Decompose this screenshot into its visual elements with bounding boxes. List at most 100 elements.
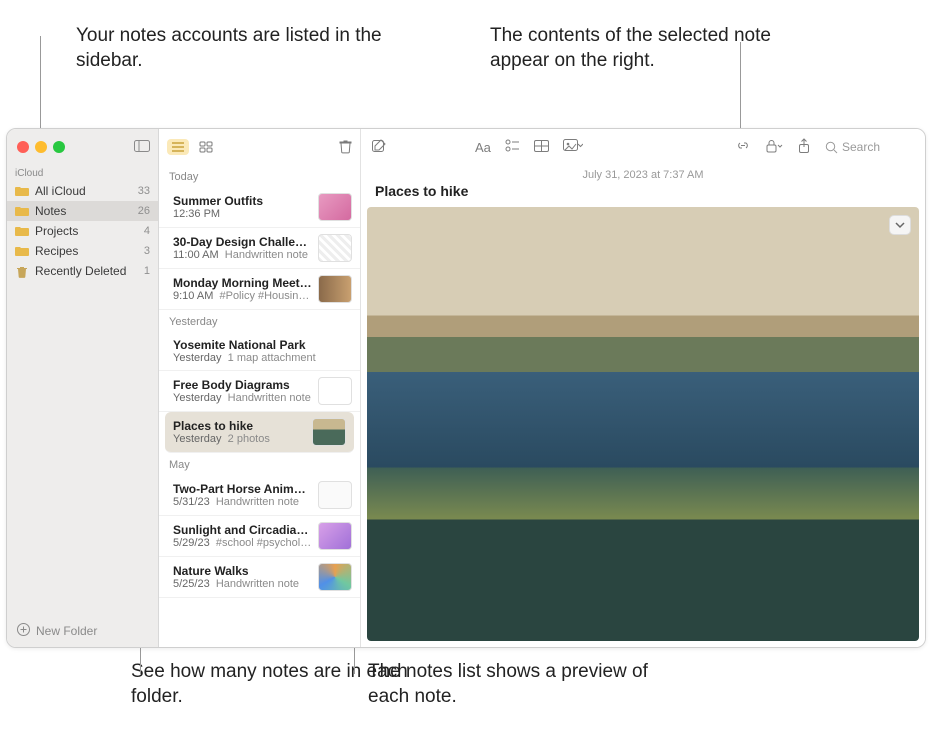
note-item[interactable]: Sunlight and Circadian… 5/29/23 #school …: [159, 516, 360, 557]
sidebar-item-label: Recipes: [35, 244, 78, 258]
note-time: 12:36 PM: [173, 208, 220, 220]
callout-content: The contents of the selected note appear…: [490, 24, 810, 73]
note-time: 5/25/23: [173, 578, 210, 590]
note-title: Sunlight and Circadian…: [173, 523, 312, 537]
search-placeholder: Search: [842, 140, 880, 154]
list-group-header: Yesterday: [159, 310, 360, 332]
sidebar-item-count: 3: [144, 245, 150, 257]
delete-note-button[interactable]: [339, 140, 352, 154]
note-title: Yosemite National Park: [173, 338, 352, 352]
note-item[interactable]: Nature Walks 5/25/23 Handwritten note: [159, 557, 360, 598]
sidebar-item-recipes[interactable]: Recipes 3: [7, 241, 158, 261]
callout-sidebar: Your notes accounts are listed in the si…: [76, 24, 396, 73]
notes-list: Today Summer Outfits 12:36 PM 30-Day Des…: [159, 129, 361, 647]
note-thumbnail: [318, 522, 352, 550]
note-time: 9:10 AM: [173, 290, 213, 302]
note-detail: Handwritten note: [216, 578, 299, 590]
note-title: Nature Walks: [173, 564, 312, 578]
search-icon: [825, 141, 838, 154]
note-item[interactable]: Two-Part Horse Anima… 5/31/23 Handwritte…: [159, 475, 360, 516]
note-thumbnail: [318, 377, 352, 405]
note-thumbnail: [318, 193, 352, 221]
note-title: Places to hike: [173, 419, 306, 433]
sidebar-item-label: Notes: [35, 204, 66, 218]
note-time: Yesterday: [173, 433, 222, 445]
note-time: Yesterday: [173, 352, 222, 364]
note-item-selected[interactable]: Places to hike Yesterday 2 photos: [165, 412, 354, 453]
checklist-button[interactable]: [505, 139, 520, 155]
plus-circle-icon: [17, 623, 30, 639]
sidebar-toggle-icon[interactable]: [134, 140, 150, 155]
folder-icon: [15, 246, 29, 257]
note-detail: 1 map attachment: [228, 352, 316, 364]
link-button[interactable]: [735, 139, 751, 155]
sidebar-item-projects[interactable]: Projects 4: [7, 221, 158, 241]
folder-icon: [15, 186, 29, 197]
note-detail: Handwritten note: [228, 392, 311, 404]
note-editor-title[interactable]: Places to hike: [361, 181, 925, 207]
callout-preview: The notes list shows a preview of each n…: [368, 660, 688, 709]
sidebar-item-count: 26: [138, 205, 150, 217]
window-minimize-button[interactable]: [35, 141, 47, 153]
sidebar: iCloud All iCloud 33 Notes 26 Projects 4…: [7, 129, 159, 647]
compose-button[interactable]: [371, 138, 387, 157]
note-item[interactable]: Yosemite National Park Yesterday 1 map a…: [159, 332, 360, 371]
note-date: July 31, 2023 at 7:37 AM: [361, 165, 925, 181]
note-item[interactable]: Free Body Diagrams Yesterday Handwritten…: [159, 371, 360, 412]
sidebar-item-label: Projects: [35, 224, 78, 238]
sidebar-section-label: iCloud: [7, 165, 158, 181]
note-thumbnail: [318, 481, 352, 509]
sidebar-item-count: 1: [144, 265, 150, 277]
sidebar-item-recently-deleted[interactable]: Recently Deleted 1: [7, 261, 158, 281]
note-thumbnail: [318, 563, 352, 591]
sidebar-item-all-icloud[interactable]: All iCloud 33: [7, 181, 158, 201]
new-folder-button[interactable]: New Folder: [7, 615, 158, 647]
note-thumbnail: [318, 275, 352, 303]
note-item[interactable]: 30-Day Design Challen… 11:00 AM Handwrit…: [159, 228, 360, 269]
share-button[interactable]: [797, 138, 811, 157]
sidebar-item-label: Recently Deleted: [35, 264, 126, 278]
window-zoom-button[interactable]: [53, 141, 65, 153]
note-thumbnail: [318, 234, 352, 262]
notes-app-window: iCloud All iCloud 33 Notes 26 Projects 4…: [6, 128, 926, 648]
note-title: Monday Morning Meeting: [173, 276, 312, 290]
folder-icon: [15, 206, 29, 217]
sidebar-item-notes[interactable]: Notes 26: [7, 201, 158, 221]
gallery-view-button[interactable]: [199, 141, 213, 153]
note-time: Yesterday: [173, 392, 222, 404]
note-time: 11:00 AM: [173, 249, 219, 261]
editor: Aa Search July 31, 2023 at 7:37 AM Place…: [361, 129, 925, 647]
note-title: Two-Part Horse Anima…: [173, 482, 312, 496]
note-detail: Handwritten note: [225, 249, 308, 261]
sidebar-item-count: 33: [138, 185, 150, 197]
list-view-button[interactable]: [167, 139, 189, 155]
list-toolbar: [159, 129, 360, 165]
note-detail: Handwritten note: [216, 496, 299, 508]
note-thumbnail: [312, 418, 346, 446]
media-button[interactable]: [563, 139, 583, 155]
note-image[interactable]: [367, 207, 919, 641]
titlebar: [7, 129, 158, 165]
editor-toolbar: Aa Search: [361, 129, 925, 165]
sidebar-item-count: 4: [144, 225, 150, 237]
note-title: 30-Day Design Challen…: [173, 235, 312, 249]
table-button[interactable]: [534, 140, 549, 155]
note-item[interactable]: Monday Morning Meeting 9:10 AM #Policy #…: [159, 269, 360, 310]
note-detail: #Policy #Housing…: [219, 290, 312, 302]
note-item[interactable]: Summer Outfits 12:36 PM: [159, 187, 360, 228]
image-expand-button[interactable]: [889, 215, 911, 235]
note-detail: 2 photos: [228, 433, 270, 445]
new-folder-label: New Folder: [36, 624, 97, 638]
list-group-header: May: [159, 453, 360, 475]
note-title: Summer Outfits: [173, 194, 312, 208]
lock-button[interactable]: [765, 139, 783, 156]
folder-icon: [15, 226, 29, 237]
note-title: Free Body Diagrams: [173, 378, 312, 392]
search-field[interactable]: Search: [825, 140, 915, 154]
format-text-button[interactable]: Aa: [475, 140, 491, 155]
sidebar-item-label: All iCloud: [35, 184, 86, 198]
trash-icon: [15, 266, 29, 277]
window-close-button[interactable]: [17, 141, 29, 153]
notes-list-scroll[interactable]: Today Summer Outfits 12:36 PM 30-Day Des…: [159, 165, 360, 647]
note-detail: #school #psycholo…: [216, 537, 312, 549]
